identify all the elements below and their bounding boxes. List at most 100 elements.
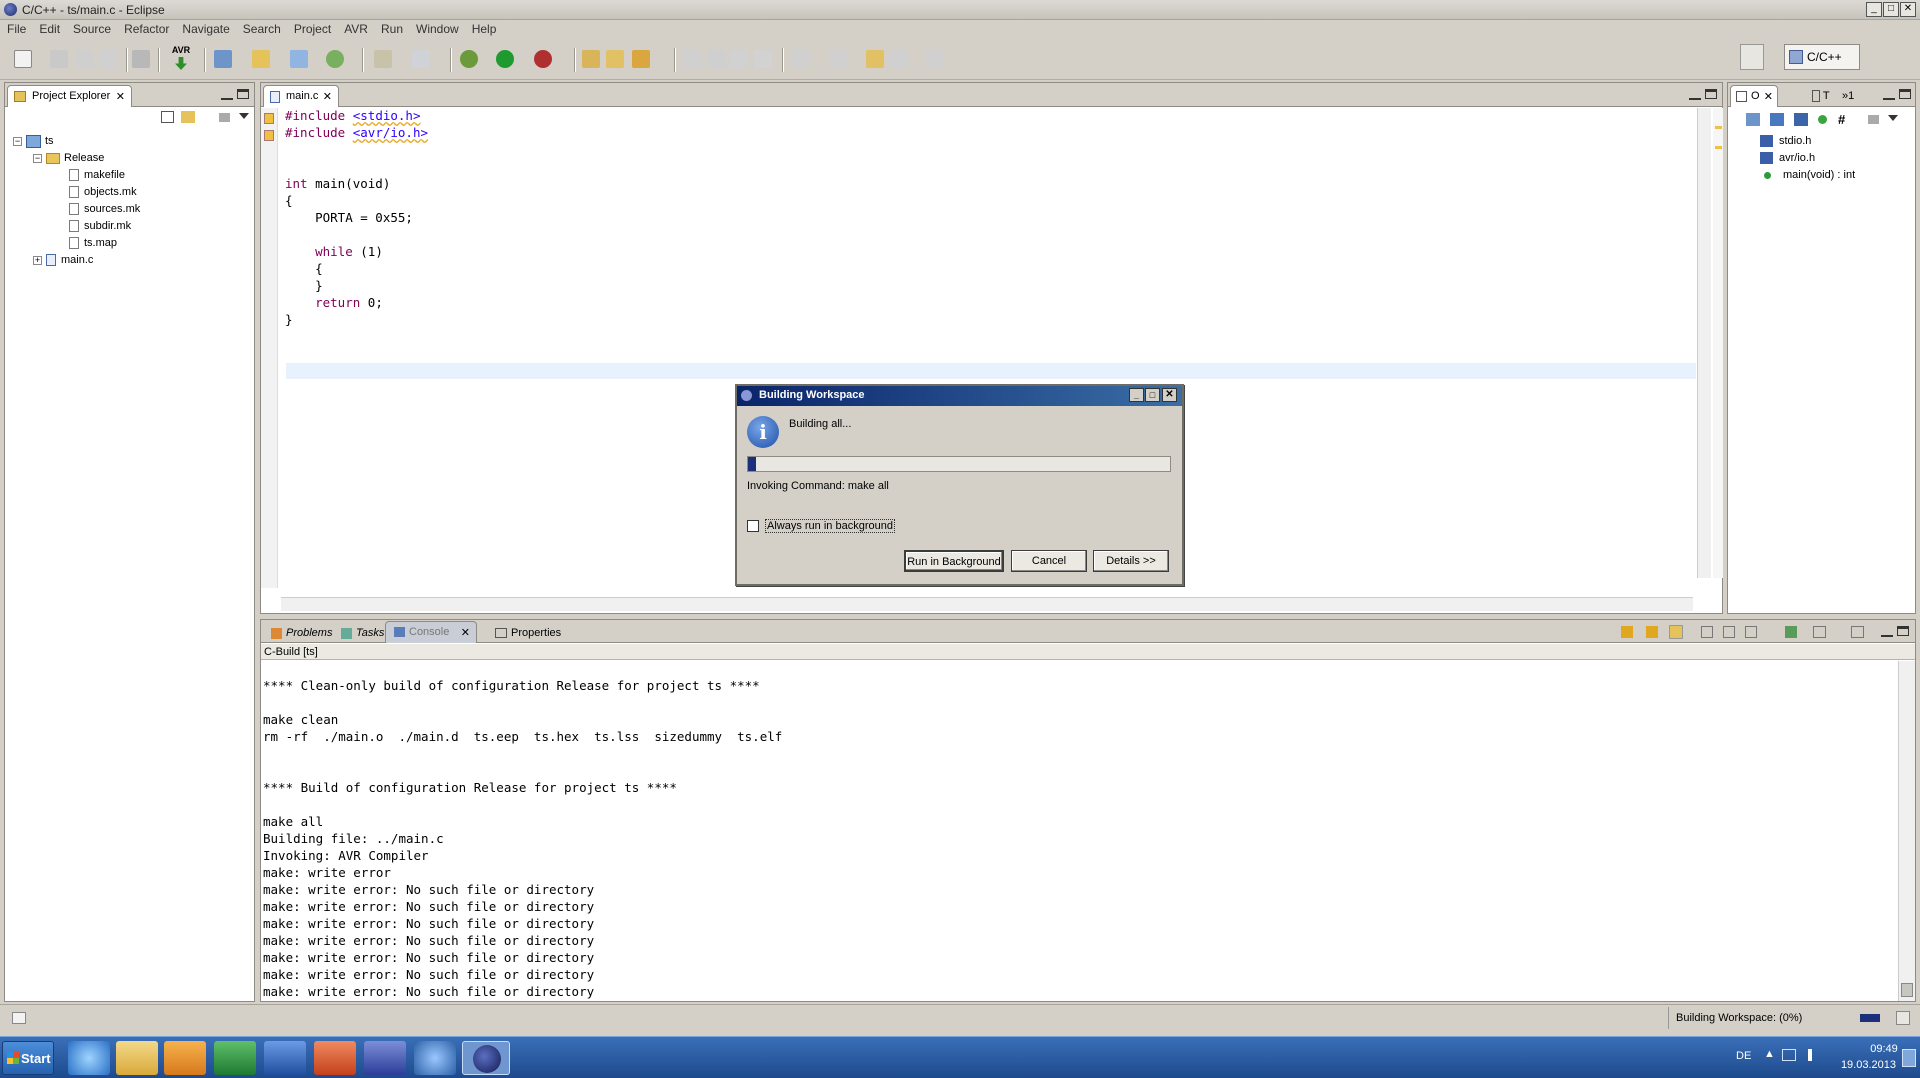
binary-icon[interactable] xyxy=(132,50,150,68)
chevron-down-icon[interactable] xyxy=(239,113,249,119)
network-globe-icon[interactable] xyxy=(414,1041,456,1075)
minimize-view-icon[interactable] xyxy=(1883,90,1895,100)
code-line-2[interactable]: #include <avr/io.h> xyxy=(285,126,428,140)
close-icon[interactable]: ✕ xyxy=(1764,90,1773,103)
warning-marker-icon[interactable] xyxy=(264,113,274,124)
view-menu-icon[interactable] xyxy=(1868,115,1879,124)
show-hidden-icons-icon[interactable]: ▲ xyxy=(1764,1048,1775,1060)
minimize-view-icon[interactable] xyxy=(1881,627,1893,637)
up-arrow-icon[interactable] xyxy=(1646,626,1658,638)
toggle-whitespace-icon[interactable] xyxy=(730,50,748,68)
dialog-minimize-button[interactable]: _ xyxy=(1129,388,1144,402)
hide-fields-icon[interactable] xyxy=(1770,113,1784,126)
menu-source[interactable]: Source xyxy=(66,20,117,38)
menu-run[interactable]: Run xyxy=(374,20,409,38)
code-line-13[interactable]: } xyxy=(285,313,293,327)
tab-main-c[interactable]: main.c ✕ xyxy=(263,85,339,107)
save-icon[interactable] xyxy=(50,50,68,68)
scroll-thumb[interactable] xyxy=(1901,983,1913,997)
hide-non-public-icon[interactable] xyxy=(1818,115,1827,124)
tree-file-ts-map[interactable]: ts.map xyxy=(69,235,117,251)
close-icon[interactable]: ✕ xyxy=(116,90,125,103)
dialog-maximize-button[interactable]: □ xyxy=(1145,388,1160,402)
collapse-icon[interactable]: − xyxy=(33,153,42,163)
minimize-view-icon[interactable] xyxy=(221,90,233,100)
new-file-icon[interactable] xyxy=(14,50,32,68)
menu-help[interactable]: Help xyxy=(465,20,503,38)
always-run-background-checkbox[interactable] xyxy=(747,520,759,532)
outline-item-stdio[interactable]: stdio.h xyxy=(1760,133,1811,149)
next-annotation-icon[interactable] xyxy=(708,50,726,68)
dialog-close-button[interactable]: ✕ xyxy=(1162,388,1177,402)
new-console-icon[interactable] xyxy=(1851,626,1864,638)
code-line-12[interactable]: return 0; xyxy=(285,296,383,310)
external-tools-icon[interactable] xyxy=(534,50,552,68)
open-console-icon[interactable] xyxy=(1785,626,1797,638)
code-line-1[interactable]: #include <stdio.h> xyxy=(285,109,420,123)
search-icon[interactable] xyxy=(632,50,650,68)
build-config-icon[interactable] xyxy=(412,50,430,68)
maximize-view-icon[interactable] xyxy=(1897,626,1909,636)
tree-file-makefile[interactable]: makefile xyxy=(69,167,125,183)
minimize-button[interactable]: _ xyxy=(1866,2,1882,17)
forward-icon[interactable] xyxy=(926,50,944,68)
show-desktop-button[interactable] xyxy=(1902,1049,1916,1067)
close-icon[interactable]: ✕ xyxy=(323,90,332,103)
open-element-icon[interactable] xyxy=(606,50,624,68)
details-button[interactable]: Details >> xyxy=(1093,550,1169,572)
remove-launch-icon[interactable] xyxy=(1745,626,1757,638)
code-line-11[interactable]: } xyxy=(285,279,323,293)
outline-item-main[interactable]: main(void) : int xyxy=(1764,167,1855,183)
new-source-icon[interactable] xyxy=(290,50,308,68)
vertical-scrollbar[interactable] xyxy=(1697,108,1711,578)
clear-console-icon[interactable] xyxy=(1701,626,1713,638)
menu-avr[interactable]: AVR xyxy=(337,20,374,38)
maximize-view-icon[interactable] xyxy=(1899,89,1911,99)
tab-tasks[interactable]: Tasks xyxy=(335,624,390,644)
next-edit-icon[interactable] xyxy=(792,50,810,68)
tab-overflow[interactable]: »1 xyxy=(1836,87,1860,107)
run-in-background-button[interactable]: Run in Background xyxy=(904,550,1004,572)
menu-window[interactable]: Window xyxy=(409,20,465,38)
code-line-5[interactable]: int main(void) xyxy=(285,177,390,191)
run-icon[interactable] xyxy=(496,50,514,68)
block-selection-icon[interactable] xyxy=(754,50,772,68)
open-perspective-button[interactable] xyxy=(1740,44,1764,70)
link-with-editor-icon[interactable] xyxy=(181,111,195,123)
perspective-cpp-button[interactable]: C/C++ xyxy=(1784,44,1860,70)
debug-icon[interactable] xyxy=(460,50,478,68)
view-menu-icon[interactable] xyxy=(219,113,230,122)
tree-file-main-c[interactable]: + main.c xyxy=(33,252,93,268)
eclipse-taskbar-button[interactable] xyxy=(462,1041,510,1075)
outline-item-avr-io[interactable]: avr/io.h xyxy=(1760,150,1815,166)
tab-outline[interactable]: O ✕ xyxy=(1730,85,1778,107)
code-line-6[interactable]: { xyxy=(285,194,293,208)
language-indicator[interactable]: DE xyxy=(1736,1050,1751,1062)
clock-date[interactable]: 19.03.2013 xyxy=(1836,1059,1896,1071)
tree-file-subdir-mk[interactable]: subdir.mk xyxy=(69,218,131,234)
sort-icon[interactable] xyxy=(1746,113,1760,126)
close-window-button[interactable]: ✕ xyxy=(1900,2,1916,17)
build-hammer-icon[interactable] xyxy=(374,50,392,68)
menu-navigate[interactable]: Navigate xyxy=(175,20,235,38)
collapse-all-icon[interactable] xyxy=(161,111,174,123)
close-icon[interactable]: ✕ xyxy=(461,626,470,639)
tree-file-objects-mk[interactable]: objects.mk xyxy=(69,184,137,200)
tab-properties[interactable]: Properties xyxy=(489,624,567,644)
toggle-mark-icon[interactable] xyxy=(684,50,702,68)
hide-static-icon[interactable] xyxy=(1794,113,1808,126)
code-line-9[interactable]: while (1) xyxy=(285,245,383,259)
maximize-view-icon[interactable] xyxy=(1705,89,1717,99)
pin-console-icon[interactable] xyxy=(1669,625,1683,639)
menu-project[interactable]: Project xyxy=(287,20,337,38)
avr-upload-button[interactable]: AVR xyxy=(168,44,194,74)
horizontal-scrollbar[interactable] xyxy=(281,597,1693,611)
collapse-icon[interactable]: − xyxy=(13,136,22,146)
menu-edit[interactable]: Edit xyxy=(32,20,66,38)
excel-icon[interactable] xyxy=(214,1041,256,1075)
warning-marker-icon[interactable] xyxy=(264,130,274,141)
new-class-icon[interactable] xyxy=(326,50,344,68)
hide-macros-icon[interactable]: # xyxy=(1838,112,1852,127)
chevron-down-icon[interactable] xyxy=(1888,115,1898,121)
new-folder-icon[interactable] xyxy=(252,50,270,68)
